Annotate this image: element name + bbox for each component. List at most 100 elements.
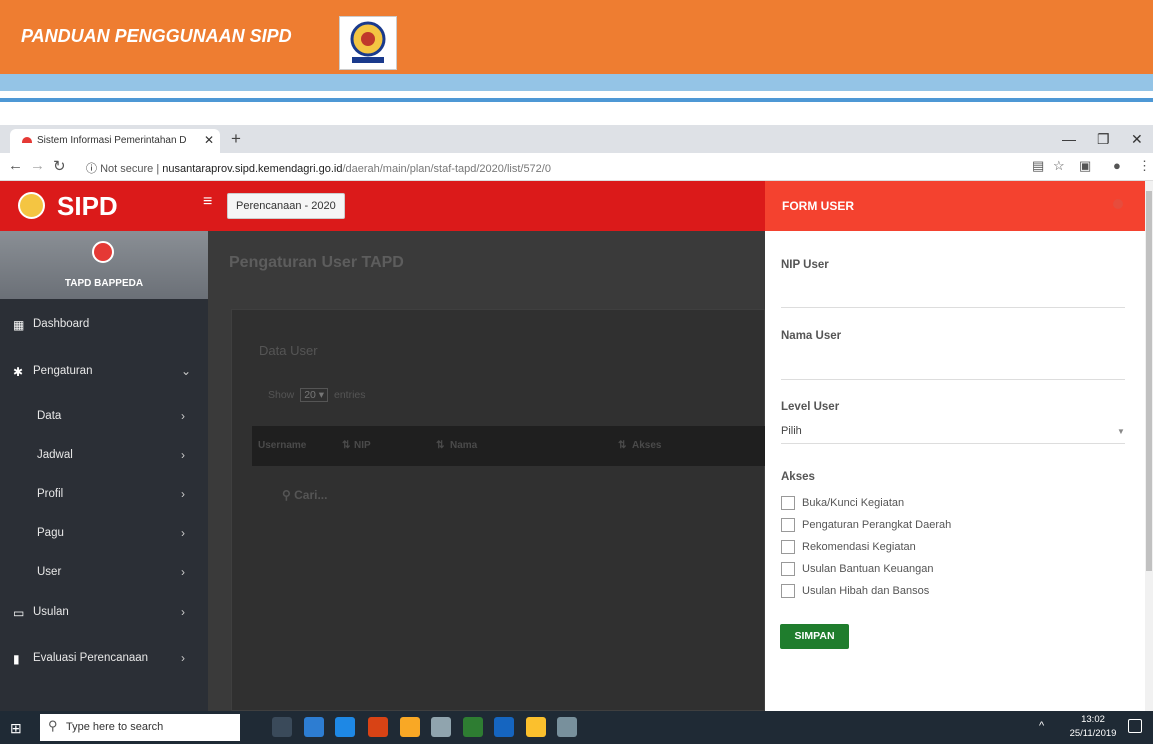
checkbox-label: Usulan Bantuan Keuangan — [802, 563, 934, 575]
new-tab-button[interactable]: + — [231, 129, 241, 149]
mail-icon[interactable] — [431, 717, 451, 737]
checkbox-label: Pengaturan Perangkat Daerah — [802, 519, 952, 531]
sidebar-item-data[interactable]: Data › — [0, 403, 208, 435]
clock-date[interactable]: 25/11/2019 — [1068, 728, 1118, 739]
powerpoint-icon[interactable] — [368, 717, 388, 737]
clock-time[interactable]: 13:02 — [1068, 714, 1118, 725]
document-divider — [0, 98, 1153, 102]
column-header-username[interactable]: Username — [258, 440, 306, 451]
checkbox-label: Buka/Kunci Kegiatan — [802, 497, 905, 509]
data-panel: Data User Show 20 ▾ entries Username ⇅ N… — [231, 309, 766, 711]
account-icon[interactable]: ● — [1113, 158, 1121, 173]
snipping-tool-icon[interactable] — [557, 717, 577, 737]
sidebar-item-user[interactable]: User › — [0, 559, 208, 591]
level-label: Level User — [781, 401, 840, 413]
task-view-icon[interactable] — [272, 717, 292, 737]
entries-select[interactable]: 20 ▾ — [300, 388, 329, 402]
nama-field[interactable] — [781, 379, 1125, 380]
chevron-right-icon: › — [181, 487, 185, 501]
info-icon: ⓘ — [86, 163, 101, 175]
word-icon[interactable] — [494, 717, 514, 737]
checkbox-bantuan-keuangan[interactable] — [781, 562, 795, 576]
period-badge[interactable]: Perencanaan - 2020 — [227, 193, 345, 219]
minimize-icon[interactable]: — — [1062, 131, 1076, 147]
sidebar-item-pagu[interactable]: Pagu › — [0, 520, 208, 552]
kemendagri-logo — [339, 16, 397, 70]
table-search[interactable]: ⚲ Cari... — [282, 488, 327, 502]
chevron-right-icon: › — [181, 448, 185, 462]
checkbox-rekomendasi[interactable] — [781, 540, 795, 554]
nip-label: NIP User — [781, 259, 829, 271]
checkbox-label: Rekomendasi Kegiatan — [802, 541, 916, 553]
browser-tab[interactable]: Sistem Informasi Pemerintahan D ✕ — [10, 129, 220, 153]
column-header-nama[interactable]: Nama — [450, 440, 477, 451]
close-window-icon[interactable]: ✕ — [1131, 131, 1143, 148]
back-icon[interactable]: ← — [8, 157, 23, 174]
taskbar-search[interactable]: ⚲ Type here to search — [40, 714, 240, 741]
notification-icon[interactable] — [1128, 719, 1142, 733]
sort-icon[interactable]: ⇅ — [436, 440, 444, 451]
restore-icon[interactable]: ❐ — [1097, 131, 1110, 148]
chevron-right-icon: › — [181, 651, 185, 665]
sidebar-item-usulan[interactable]: ▭ Usulan › — [0, 599, 208, 631]
sidebar-profile: TAPD BAPPEDA — [0, 231, 208, 299]
chevron-right-icon: › — [181, 565, 185, 579]
tab-data-user[interactable]: Data User — [259, 343, 318, 358]
brand-name[interactable]: SIPD — [57, 191, 118, 222]
form-user-panel: FORM USER NIP User Nama User Level User … — [765, 181, 1145, 711]
sort-icon[interactable]: ⇅ — [618, 440, 626, 451]
tray-chevron-up-icon[interactable]: ^ — [1039, 720, 1044, 732]
sidebar-item-jadwal[interactable]: Jadwal › — [0, 442, 208, 474]
edge-icon[interactable] — [335, 717, 355, 737]
menu-kebab-icon[interactable]: ⋮ — [1138, 158, 1151, 174]
column-header-akses[interactable]: Akses — [632, 440, 661, 451]
reload-icon[interactable]: ↻ — [53, 157, 66, 175]
chrome-icon[interactable] — [526, 717, 546, 737]
sipd-logo-icon — [18, 192, 45, 219]
windows-start-icon[interactable]: ⊞ — [10, 720, 22, 737]
sidebar-item-profil[interactable]: Profil › — [0, 481, 208, 513]
avatar — [92, 241, 114, 263]
page-title: Pengaturan User TAPD — [229, 254, 404, 271]
table-header: Username ⇅ NIP ⇅ Nama ⇅ Akses — [252, 426, 766, 466]
hamburger-icon[interactable]: ≡ — [203, 193, 212, 211]
checkbox-buka-kunci[interactable] — [781, 496, 795, 510]
akses-label: Akses — [781, 471, 815, 483]
gear-icon: ✱ — [13, 365, 24, 379]
url-path: /daerah/main/plan/staf-tapd/2020/list/57… — [342, 163, 551, 175]
extension-icon[interactable]: ▣ — [1079, 158, 1091, 174]
document-band — [0, 74, 1153, 91]
store-icon[interactable] — [400, 717, 420, 737]
nip-field[interactable] — [781, 307, 1125, 308]
bookmark-icon: ▮ — [13, 652, 20, 666]
document-title: PANDUAN PENGGUNAAN SIPD — [21, 26, 292, 46]
close-icon[interactable]: ✕ — [204, 133, 214, 147]
security-label: Not secure — [100, 163, 154, 175]
file-explorer-icon[interactable] — [304, 717, 324, 737]
sort-icon[interactable]: ⇅ — [342, 440, 350, 451]
chevron-right-icon: › — [181, 409, 185, 423]
close-icon[interactable] — [1113, 199, 1123, 209]
simpan-button[interactable]: SIMPAN — [780, 624, 849, 649]
monitor-icon: ▭ — [13, 606, 25, 620]
page-scrollbar[interactable] — [1145, 181, 1153, 711]
level-select[interactable]: Pilih — [781, 425, 802, 437]
show-entries: Show 20 ▾ entries — [268, 388, 366, 402]
translate-icon[interactable]: ▤ — [1032, 158, 1044, 174]
checkbox-label: Usulan Hibah dan Bansos — [802, 585, 930, 597]
user-role: TAPD BAPPEDA — [64, 278, 144, 289]
checkbox-hibah-bansos[interactable] — [781, 584, 795, 598]
scrollbar-thumb[interactable] — [1146, 191, 1152, 571]
column-header-nip[interactable]: NIP — [354, 440, 371, 451]
sidebar-item-dashboard[interactable]: ▦ Dashboard — [0, 311, 208, 343]
excel-icon[interactable] — [463, 717, 483, 737]
forward-icon[interactable]: → — [30, 157, 45, 174]
sidebar-item-pengaturan[interactable]: ✱ Pengaturan ⌄ — [0, 358, 208, 390]
bookmark-star-icon[interactable]: ☆ — [1053, 158, 1065, 174]
windows-taskbar: ⊞ ⚲ Type here to search ^ 13:02 25/11/20… — [0, 711, 1153, 744]
checkbox-pengaturan-pd[interactable] — [781, 518, 795, 532]
sidebar-item-evaluasi[interactable]: ▮ Evaluasi Perencanaan › — [0, 645, 208, 677]
url-field[interactable]: ⓘ Not secure | nusantaraprov.sipd.kemend… — [86, 160, 551, 176]
form-title: FORM USER — [782, 199, 854, 213]
chevron-down-icon[interactable]: ▼ — [1117, 427, 1125, 436]
